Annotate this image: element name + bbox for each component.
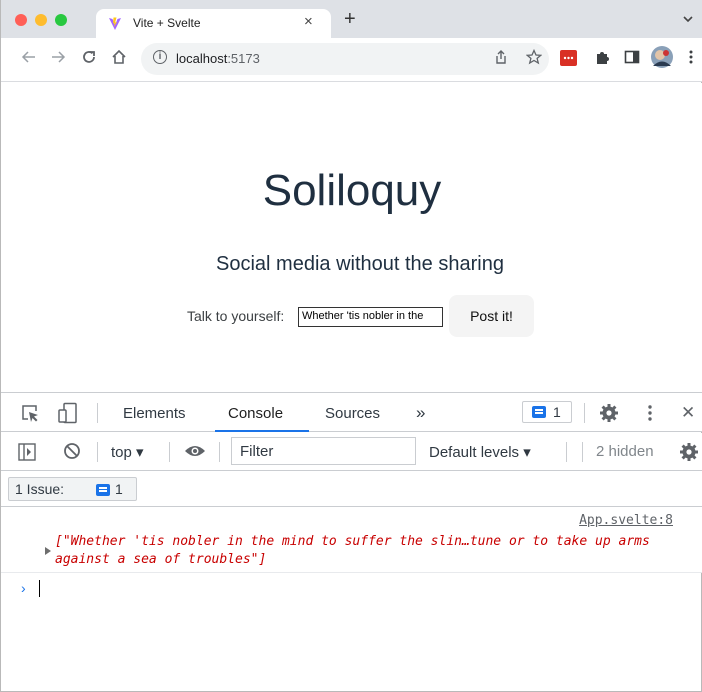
divider	[219, 442, 220, 462]
site-info-icon[interactable]: i	[153, 50, 167, 64]
issues-button[interactable]: 1 Issue: 1	[8, 477, 137, 501]
page-subtitle: Social media without the sharing	[216, 253, 504, 275]
console-toolbar: top ▾ Filter Default levels ▾ 2 hidden	[1, 433, 702, 471]
console-log-message: App.svelte:8 ["Whether 'tis nobler in th…	[1, 507, 702, 573]
issues-bar: 1 Issue: 1	[1, 471, 702, 507]
tab-close-icon[interactable]: ×	[304, 13, 313, 30]
share-icon[interactable]	[494, 49, 508, 71]
tab-console[interactable]: Console	[228, 405, 283, 422]
zoom-window-button[interactable]	[55, 14, 67, 26]
close-devtools-icon[interactable]: ✕	[681, 403, 695, 423]
log-levels-dropdown[interactable]: Default levels ▾	[429, 443, 531, 461]
settings-gear-icon[interactable]	[599, 403, 619, 428]
issue-message-icon	[96, 484, 110, 496]
issues-label: 1 Issue:	[15, 481, 65, 497]
console-prompt-icon: ›	[21, 580, 26, 596]
issues-counter-button[interactable]: 1	[522, 401, 572, 423]
issue-count: 1	[553, 404, 561, 420]
back-icon[interactable]	[21, 49, 37, 71]
tab-title: Vite + Svelte	[133, 16, 201, 30]
reload-icon[interactable]	[81, 49, 97, 71]
divider	[566, 442, 567, 462]
page-title: Soliloquy	[262, 166, 442, 215]
console-settings-gear-icon[interactable]	[679, 442, 699, 467]
more-tabs-icon[interactable]: »	[416, 403, 425, 423]
divider	[97, 442, 98, 462]
divider	[169, 442, 170, 462]
address-bar[interactable]: i localhost:5173	[141, 43, 549, 75]
minimize-window-button[interactable]	[35, 14, 47, 26]
expand-triangle-icon[interactable]	[45, 547, 51, 555]
divider	[97, 403, 98, 423]
profile-avatar[interactable]	[651, 46, 673, 74]
issues-count: 1	[115, 481, 123, 497]
url-text: localhost:5173	[176, 51, 260, 66]
console-filter-input[interactable]: Filter	[231, 437, 416, 465]
vite-logo-icon	[108, 17, 122, 36]
browser-menu-icon[interactable]	[689, 49, 693, 71]
close-window-button[interactable]	[15, 14, 27, 26]
extensions-puzzle-icon[interactable]	[595, 49, 611, 71]
side-panel-icon[interactable]	[624, 49, 640, 71]
log-array-value[interactable]: ["Whether 'tis nobler in the mind to suf…	[55, 533, 685, 569]
devtools-tab-bar: Elements Console Sources » 1 ✕	[1, 392, 702, 432]
post-button[interactable]: Post it!	[449, 295, 534, 337]
clear-console-icon[interactable]	[63, 442, 81, 465]
show-sidebar-icon[interactable]	[18, 443, 36, 466]
tab-search-chevron-icon[interactable]	[683, 14, 693, 26]
log-source-link[interactable]: App.svelte:8	[579, 513, 673, 528]
divider	[582, 442, 583, 462]
forward-icon[interactable]	[50, 49, 66, 71]
active-tab-indicator	[215, 430, 309, 432]
input-label: Talk to yourself:	[187, 308, 285, 324]
browser-window: Vite + Svelte × + i localhost:5173 Solil…	[0, 0, 702, 692]
issue-message-icon	[532, 406, 546, 418]
tab-strip: Vite + Svelte × +	[1, 0, 702, 38]
tab-vite-svelte[interactable]: Vite + Svelte ×	[96, 9, 331, 38]
devtools-menu-icon[interactable]	[648, 404, 652, 427]
live-expression-eye-icon[interactable]	[184, 443, 206, 464]
extension-red-icon[interactable]	[560, 50, 577, 72]
home-icon[interactable]	[111, 49, 127, 71]
context-selector[interactable]: top ▾	[111, 443, 144, 461]
divider	[584, 403, 585, 423]
hidden-messages-count: 2 hidden	[596, 443, 654, 460]
device-toolbar-icon[interactable]	[57, 402, 79, 429]
console-input-cursor[interactable]	[39, 580, 40, 597]
soliloquy-input[interactable]: Whether 'tis nobler in the	[298, 307, 443, 327]
bookmark-star-icon[interactable]	[525, 48, 543, 71]
page-viewport: Soliloquy Social media without the shari…	[1, 83, 702, 393]
inspect-element-icon[interactable]	[20, 403, 40, 428]
tab-elements[interactable]: Elements	[123, 405, 186, 422]
post-form: Talk to yourself: Whether 'tis nobler in…	[187, 295, 547, 337]
browser-toolbar: i localhost:5173	[1, 38, 702, 82]
tab-sources[interactable]: Sources	[325, 405, 380, 422]
new-tab-button[interactable]: +	[344, 9, 356, 29]
